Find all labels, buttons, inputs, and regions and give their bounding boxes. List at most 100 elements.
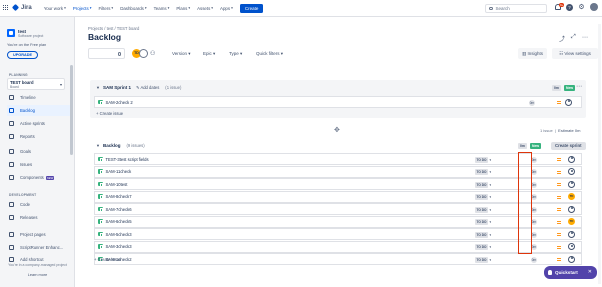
nav-dashboards[interactable]: Dashboards ▾ [120, 6, 146, 11]
main-scrollbar[interactable] [598, 24, 601, 284]
add-people-icon[interactable]: ⚇ [150, 50, 155, 57]
issue-row[interactable]: SAM-7 check6 TO DO ▾ 0m [94, 203, 582, 215]
profile-avatar[interactable] [590, 3, 598, 11]
issue-key[interactable]: SAM-5 [106, 232, 119, 237]
issue-key[interactable]: SAM-6 [106, 219, 119, 224]
issue-key[interactable]: SAM-10 [106, 182, 121, 187]
status-dropdown[interactable]: TO DO [475, 219, 489, 225]
sidebar-item-components[interactable]: Components NEW [7, 172, 70, 183]
assignee-avatar[interactable]: TD [568, 218, 575, 225]
status-dropdown[interactable]: TO DO [475, 244, 489, 250]
issue-row[interactable]: SAM-1 check2 TO DO ▾ 0m [94, 253, 582, 265]
assignee-avatar[interactable] [568, 180, 575, 188]
issue-title[interactable]: test script fields [120, 157, 149, 162]
issue-row[interactable]: SAM-2 check 2 0m [94, 96, 582, 108]
sidebar-item-goals[interactable]: Goals [7, 146, 70, 157]
nav-apps[interactable]: Apps ▾ [220, 6, 233, 11]
sprint-more-icon[interactable]: ⋯ [576, 83, 582, 90]
view-settings-button[interactable]: ☷ View settings [552, 48, 598, 59]
issue-key[interactable]: SAM-11 [106, 169, 121, 174]
issue-key[interactable]: SAM-7 [106, 207, 119, 212]
quick-filters[interactable]: Quick filters ▾ [256, 51, 283, 57]
add-dates-link[interactable]: ✎ Add dates [136, 85, 159, 90]
create-sprint-button[interactable]: Create sprint [551, 142, 586, 150]
notifications-bell-icon[interactable]: 9+ [555, 3, 565, 10]
issue-title[interactable]: check3 [118, 244, 131, 249]
create-button[interactable]: Create [239, 3, 264, 13]
assignee-avatar[interactable] [568, 155, 575, 163]
sidebar-item-backlog[interactable]: Backlog [7, 105, 70, 116]
issue-title[interactable]: check [120, 169, 131, 174]
fullscreen-icon[interactable]: ⤢ [571, 34, 576, 43]
insights-button[interactable]: ▥ Insights [518, 48, 547, 59]
issue-key[interactable]: SAM-8 [106, 194, 119, 199]
sprint-header[interactable]: ▼ SAM Sprint 1 ✎ Add dates (1 issue) [96, 85, 181, 90]
sidebar-scrollbar[interactable] [70, 65, 73, 155]
sidebar-item-project-pages[interactable]: Project pages [7, 229, 70, 240]
nav-filters[interactable]: Filters ▾ [98, 6, 113, 11]
issue-title[interactable]: test [121, 182, 128, 187]
board-selector[interactable]: TEST board Board ▾ [7, 78, 65, 90]
issue-key[interactable]: TEST-3 [106, 157, 120, 162]
issue-row[interactable]: TEST-3 test script fields TO DO ▾ 0m [94, 153, 582, 165]
project-header[interactable]: test Software project [7, 29, 43, 38]
more-actions-icon[interactable]: ⋯ [582, 34, 588, 43]
status-dropdown[interactable]: TO DO [475, 181, 489, 188]
nav-assets[interactable]: Assets ▾ [197, 6, 213, 11]
sidebar-item-active-sprints[interactable]: Active sprints [7, 118, 70, 129]
backlog-search-input[interactable] [88, 48, 125, 59]
issue-key[interactable]: SAM-3 [106, 244, 119, 249]
issue-row[interactable]: SAM-6 check5 TO DO ▾ 0m TD [94, 215, 582, 228]
issue-row[interactable]: SAM-3 check3 TO DO ▾ 0m [94, 240, 582, 253]
issue-row[interactable]: SAM-11 check TO DO ▾ 0m [94, 165, 582, 178]
app-switcher-icon[interactable] [3, 5, 9, 11]
nav-plans[interactable]: Plans ▾ [176, 6, 190, 11]
issue-title[interactable]: check5 [118, 219, 131, 224]
nav-teams[interactable]: Teams ▾ [154, 6, 170, 11]
type-filter[interactable]: Type ▾ [229, 51, 242, 57]
learn-more-link[interactable]: Learn more [0, 273, 75, 277]
upgrade-button[interactable]: UPGRADE [7, 51, 38, 59]
chevron-down-icon[interactable]: ▼ [96, 143, 100, 148]
issue-row[interactable]: SAM-10 test TO DO ▾ 0m [94, 178, 582, 190]
nav-projects[interactable]: Projects ▾ [73, 6, 92, 11]
assignee-avatar[interactable] [568, 255, 575, 263]
sidebar-item-releases[interactable]: Releases [7, 212, 70, 223]
chevron-down-icon[interactable]: ▼ [96, 85, 100, 90]
jira-logo[interactable]: Jira [13, 5, 32, 11]
assignee-avatar[interactable] [568, 205, 575, 213]
settings-gear-icon[interactable]: ⚙ [578, 4, 585, 11]
sidebar-item-timeline[interactable]: Timeline [7, 92, 70, 103]
sidebar-item-issues[interactable]: Issues [7, 159, 70, 170]
version-filter[interactable]: Version ▾ [172, 51, 191, 57]
share-icon[interactable]: ⤴ [559, 34, 565, 43]
sidebar-item-scriptrunner-enhanc[interactable]: ScriptRunner Enhanc... [7, 242, 70, 253]
status-dropdown[interactable]: TO DO [475, 231, 489, 238]
issue-title[interactable]: check7 [118, 194, 131, 199]
status-dropdown[interactable]: TO DO [475, 169, 489, 175]
close-icon[interactable]: ✕ [588, 269, 592, 275]
status-dropdown[interactable]: TO DO [475, 206, 489, 213]
assignee-avatar[interactable] [568, 243, 575, 250]
assignee-avatar[interactable] [565, 98, 572, 106]
unassigned-avatar-filter[interactable] [139, 49, 148, 58]
status-dropdown[interactable]: TO DO [475, 156, 489, 163]
status-dropdown[interactable]: TO DO [475, 256, 489, 263]
create-issue-button[interactable]: + Create issue [94, 257, 121, 262]
epic-filter[interactable]: Epic ▾ [203, 51, 215, 57]
issue-key[interactable]: SAM-2 [106, 100, 119, 105]
assignee-avatar[interactable] [568, 168, 575, 175]
quickstart-button[interactable]: Quickstart ✕ [544, 266, 597, 279]
issue-title[interactable]: check6 [118, 207, 131, 212]
assignee-avatar[interactable]: TD [568, 193, 575, 200]
issue-row[interactable]: SAM-8 check7 TO DO ▾ 0m TD [94, 190, 582, 203]
breadcrumb[interactable]: Projects / test / TEST board [88, 26, 139, 31]
status-dropdown[interactable]: TO DO [475, 194, 489, 200]
help-icon[interactable]: ? [566, 3, 573, 11]
sidebar-item-reports[interactable]: Reports [7, 131, 70, 142]
sidebar-item-code[interactable]: Code [7, 199, 70, 210]
search-input[interactable]: Search [485, 4, 547, 13]
issue-title[interactable]: check 2 [118, 100, 132, 105]
issue-title[interactable]: check3 [118, 232, 131, 237]
create-issue-button[interactable]: + Create issue [96, 111, 123, 116]
